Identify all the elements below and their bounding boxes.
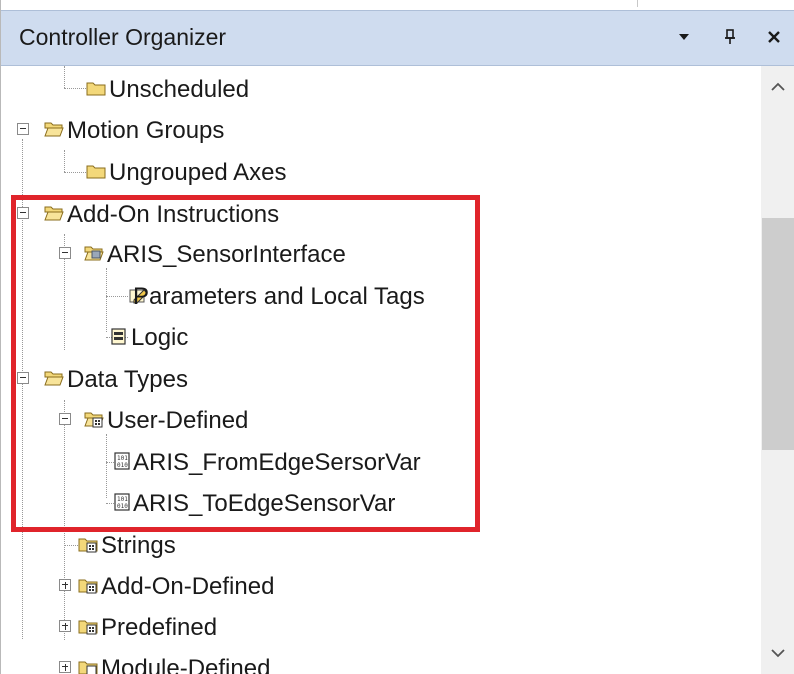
svg-text:010: 010: [117, 503, 128, 510]
svg-text:101: 101: [117, 455, 128, 462]
tree-item-ungrouped-axes[interactable]: Ungrouped Axes: [9, 152, 409, 192]
tree-item-data-types[interactable]: Data Types: [9, 359, 409, 399]
datatype-folder-icon: [78, 538, 98, 553]
scroll-up-button[interactable]: [761, 72, 794, 102]
tree-item-label: Add-On Instructions: [67, 201, 280, 228]
collapse-toggle[interactable]: [17, 123, 29, 135]
organizer-tree: Unscheduled Motion Groups Ungrouped Axes: [9, 66, 761, 674]
tree-item-label: Parameters and Local Tags: [133, 283, 425, 310]
tree-item-label: ARIS_SensorInterface: [107, 241, 346, 268]
folder-open-icon: [44, 122, 64, 137]
collapse-toggle[interactable]: [59, 247, 71, 259]
tree-item-label: Module-Defined: [101, 655, 271, 674]
aoi-icon: [84, 246, 104, 261]
close-button[interactable]: [759, 21, 789, 53]
expand-toggle[interactable]: [59, 579, 71, 591]
folder-icon: [86, 165, 106, 179]
tree-item-add-on-defined[interactable]: Add-On-Defined: [9, 566, 409, 606]
tree-item-aris-sensorinterface[interactable]: ARIS_SensorInterface: [9, 234, 429, 274]
tree-item-strings[interactable]: Strings: [9, 525, 309, 565]
controller-organizer-panel: Controller Organizer Unscheduled Motion …: [0, 0, 794, 674]
panel-header: Controller Organizer: [1, 10, 794, 66]
tree-item-aris-fromedge[interactable]: 101 010 ARIS_FromEdgeSersorVar: [9, 442, 469, 482]
datatype-folder-icon: [78, 579, 98, 594]
scroll-down-button[interactable]: [761, 638, 794, 668]
collapse-toggle[interactable]: [17, 372, 29, 384]
expand-toggle[interactable]: [59, 620, 71, 632]
collapse-toggle[interactable]: [17, 207, 29, 219]
tree-item-label: ARIS_ToEdgeSensorVar: [133, 490, 396, 517]
scrollbar-thumb[interactable]: [762, 218, 794, 450]
tree-item-label: Strings: [101, 532, 176, 559]
tree-item-user-defined[interactable]: User-Defined: [9, 400, 409, 440]
tree-item-label: User-Defined: [107, 407, 249, 434]
tree-item-parameters-local-tags[interactable]: Parameters and Local Tags: [9, 276, 469, 316]
tree-item-module-defined[interactable]: Module-Defined: [9, 648, 409, 674]
datatype-folder-icon: [78, 620, 98, 635]
tree-item-logic[interactable]: Logic: [9, 317, 309, 357]
vertical-scrollbar[interactable]: [761, 66, 794, 674]
divider: [637, 0, 638, 7]
datatype-icon: 101 010: [114, 452, 130, 470]
datatype-icon: 101 010: [114, 493, 130, 511]
chevron-up-icon: [771, 82, 785, 91]
datatype-folder-icon: [84, 412, 104, 428]
tree-item-label: Unscheduled: [109, 76, 250, 103]
top-strip: [1, 0, 794, 10]
pin-button[interactable]: [715, 21, 745, 53]
chevron-down-icon: [771, 649, 785, 658]
dropdown-button[interactable]: [669, 21, 699, 53]
logic-icon: [111, 328, 126, 345]
svg-text:010: 010: [117, 462, 128, 469]
tree-item-label: Motion Groups: [67, 117, 225, 144]
tree-item-label: Add-On-Defined: [101, 573, 275, 600]
tree-item-label: ARIS_FromEdgeSersorVar: [133, 449, 421, 476]
tree-item-label: Predefined: [101, 614, 218, 641]
expand-toggle[interactable]: [59, 661, 71, 673]
folder-open-icon: [44, 371, 64, 386]
tree-item-add-on-instructions[interactable]: Add-On Instructions: [9, 194, 429, 234]
svg-text:101: 101: [117, 496, 128, 503]
folder-icon: [86, 82, 106, 96]
tree-item-predefined[interactable]: Predefined: [9, 607, 409, 647]
datatype-folder-icon: [78, 661, 98, 674]
folder-open-icon: [44, 206, 64, 221]
panel-title: Controller Organizer: [19, 24, 227, 50]
chevron-down-icon: [679, 34, 689, 40]
pin-icon: [725, 29, 735, 44]
close-icon: [768, 31, 780, 43]
tree-item-label: Ungrouped Axes: [109, 159, 287, 186]
collapse-toggle[interactable]: [59, 413, 71, 425]
tree-item-label: Logic: [131, 324, 189, 351]
tree-item-aris-toedge[interactable]: 101 010 ARIS_ToEdgeSensorVar: [9, 483, 469, 523]
tree-item-motion-groups[interactable]: Motion Groups: [9, 110, 409, 150]
tree-item-label: Data Types: [67, 366, 188, 393]
tree-item-unscheduled[interactable]: Unscheduled: [9, 69, 409, 109]
